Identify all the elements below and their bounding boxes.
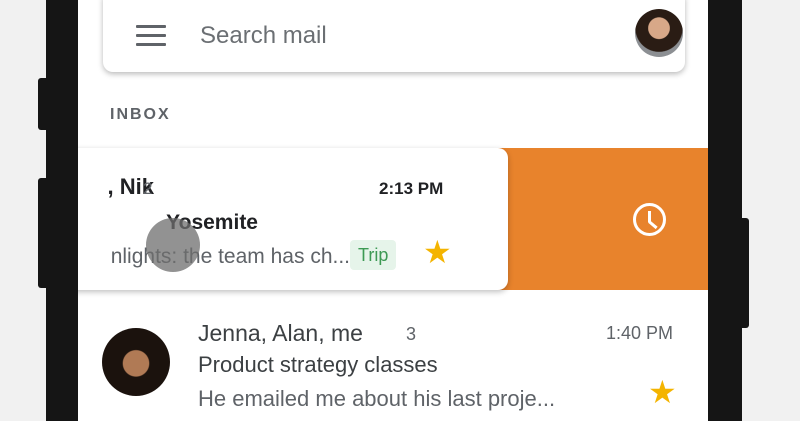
star-icon[interactable]: ★ (648, 376, 677, 408)
email-time: 2:13 PM (379, 179, 444, 198)
phone-bezel-left (46, 0, 78, 421)
email-subject: Product strategy classes (198, 352, 438, 377)
email-sender: Jenna, Alan, me (198, 320, 363, 346)
email-row[interactable]: Jenna, Alan, me 3 1:40 PM Product strate… (78, 300, 708, 421)
thread-count: 2 (143, 179, 153, 198)
phone-power-button (740, 218, 749, 328)
sender-avatar (102, 328, 170, 396)
swipe-action-background (498, 148, 708, 290)
thread-count: 3 (406, 324, 417, 344)
menu-icon[interactable] (136, 25, 166, 47)
star-icon[interactable]: ★ (423, 236, 452, 268)
phone-bezel-right (708, 0, 742, 421)
clock-icon (633, 203, 666, 236)
account-avatar[interactable] (635, 9, 683, 57)
touch-indicator (146, 218, 200, 272)
phone-side-button (38, 178, 48, 288)
search-input[interactable] (198, 17, 582, 55)
phone-side-button (38, 78, 48, 130)
email-row-swiped[interactable]: , Nik 2 2:13 PM Yosemite nlights: the te… (78, 148, 508, 290)
email-time: 1:40 PM (606, 323, 674, 343)
email-snippet: He emailed me about his last proje... (198, 386, 556, 411)
label-chip: Trip (350, 240, 397, 270)
section-label: INBOX (110, 106, 171, 123)
search-bar (103, 0, 685, 72)
phone-screen: INBOX , Nik 2 2:13 PM Yosemite nlights: … (78, 0, 708, 421)
